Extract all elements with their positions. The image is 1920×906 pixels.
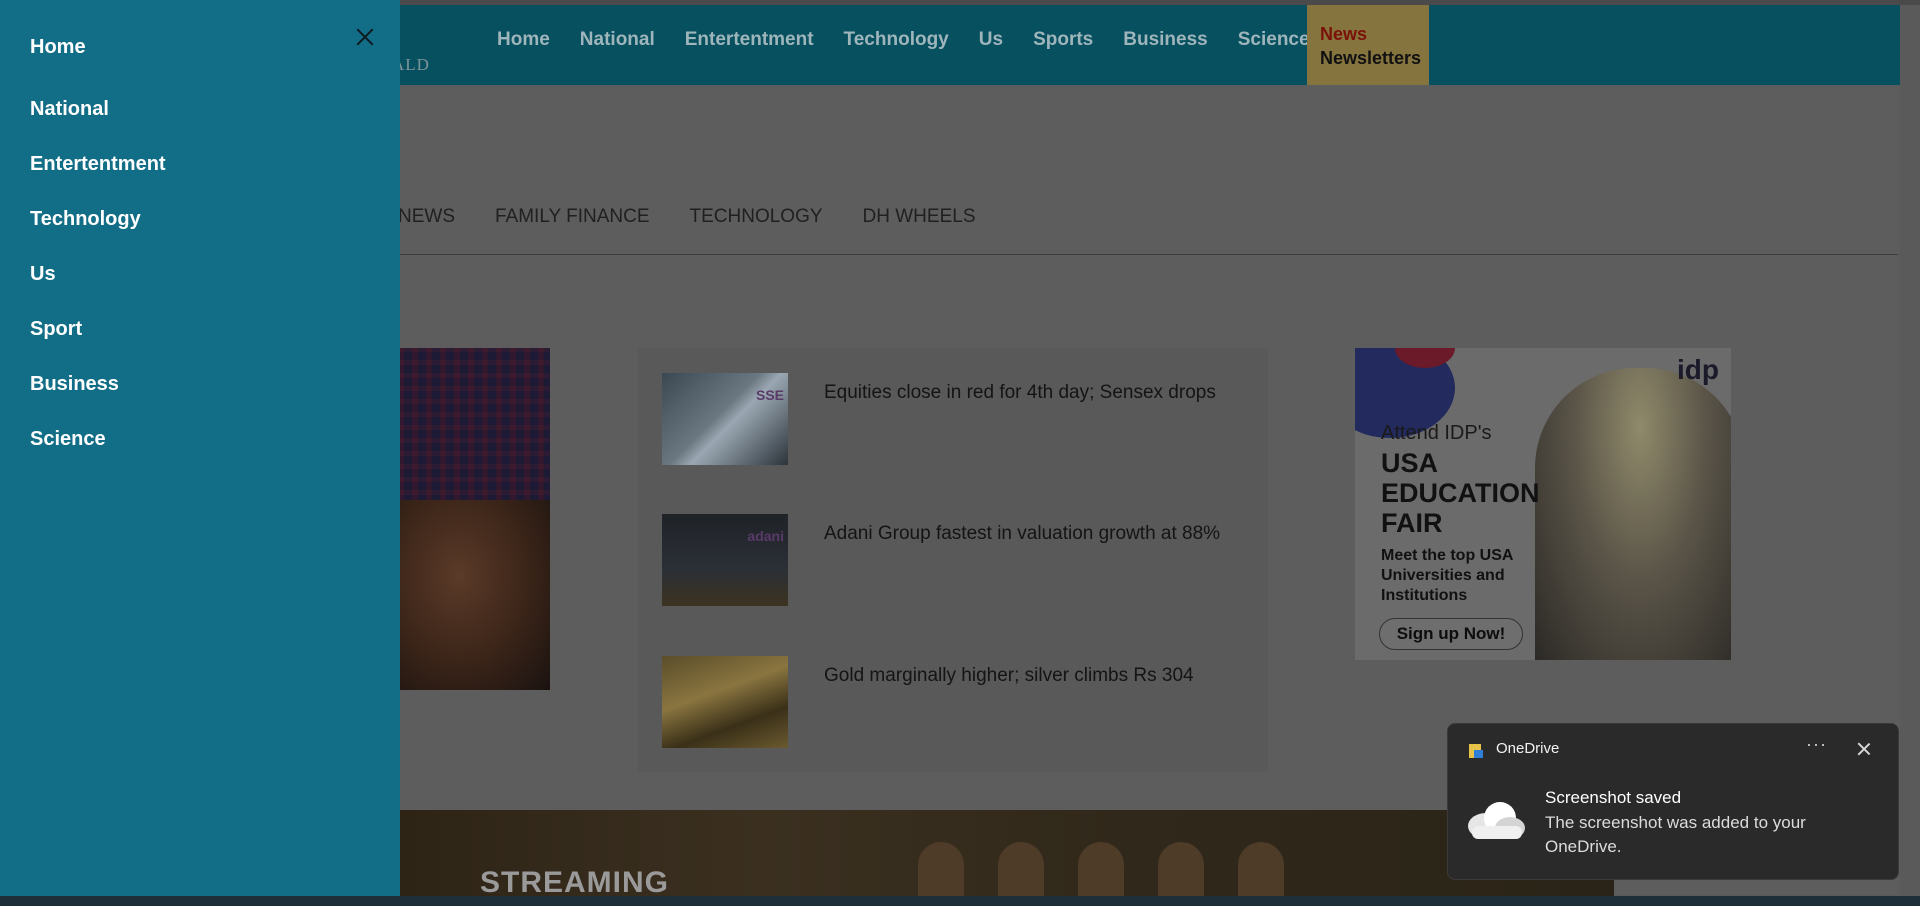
toast-app-name: OneDrive	[1496, 740, 1560, 757]
drawer-item-science[interactable]: Science	[30, 428, 106, 451]
newsletters-button[interactable]: News Newsletters	[1307, 5, 1429, 85]
onedrive-folder-icon	[1469, 744, 1483, 758]
nav-national[interactable]: National	[565, 29, 670, 51]
news-thumbnail[interactable]: SSE	[662, 373, 788, 465]
onedrive-notification[interactable]: OneDrive ··· Screenshot saved The screen…	[1447, 723, 1899, 880]
banner-player	[1238, 842, 1284, 896]
ad-subline: Meet the top USA Universities and Instit…	[1381, 547, 1513, 604]
taskbar-edge	[0, 896, 1920, 906]
nav-us[interactable]: Us	[964, 29, 1018, 51]
news-thumbnail[interactable]: adani	[662, 514, 788, 606]
idp-advertisement[interactable]: idp Attend IDP's USA EDUCATION FAIR Meet…	[1355, 348, 1731, 660]
voot-streaming-banner[interactable]: STREAMING voot	[398, 810, 1614, 896]
more-options-icon[interactable]: ···	[1806, 734, 1827, 755]
newsletter-label-newsletters: Newsletters	[1320, 48, 1422, 68]
newsletter-label-news: News	[1320, 24, 1368, 44]
news-item[interactable]: adani Adani Group fastest in valuation g…	[662, 514, 1252, 606]
drawer-item-home[interactable]: Home	[30, 36, 86, 59]
banner-player	[998, 842, 1044, 896]
cloud-icon	[1468, 802, 1525, 839]
section-subnav: NEWS FAMILY FINANCE TECHNOLOGY DH WHEELS	[398, 206, 976, 228]
drawer-item-sport[interactable]: Sport	[30, 318, 82, 341]
side-drawer-menu: Home National Entertentment Technology U…	[0, 0, 400, 896]
news-title[interactable]: Equities close in red for 4th day; Sense…	[824, 382, 1216, 404]
ad-headline: USA EDUCATION FAIR	[1381, 448, 1540, 538]
close-icon[interactable]	[352, 24, 378, 50]
news-title[interactable]: Gold marginally higher; silver climbs Rs…	[824, 665, 1194, 687]
drawer-item-entertentment[interactable]: Entertentment	[30, 153, 166, 176]
close-icon[interactable]	[1856, 741, 1872, 757]
news-thumbnail[interactable]	[662, 656, 788, 748]
banner-player	[1078, 842, 1124, 896]
toast-title: Screenshot saved	[1545, 788, 1682, 807]
news-item[interactable]: Gold marginally higher; silver climbs Rs…	[662, 656, 1252, 748]
banner-player	[1158, 842, 1204, 896]
drawer-item-national[interactable]: National	[30, 98, 109, 121]
drawer-item-us[interactable]: Us	[30, 263, 56, 286]
drawer-item-technology[interactable]: Technology	[30, 208, 141, 231]
nav-home[interactable]: Home	[482, 29, 565, 51]
toast-body: The screenshot was added to your OneDriv…	[1545, 813, 1806, 856]
ad-signup-button[interactable]: Sign up Now!	[1379, 618, 1523, 650]
nav-technology[interactable]: Technology	[829, 29, 964, 51]
subnav-divider	[398, 254, 1898, 255]
thumb-tag: adani	[747, 528, 784, 544]
subnav-technology[interactable]: TECHNOLOGY	[690, 206, 823, 228]
thumb-tag: SSE	[755, 387, 784, 403]
subnav-family-finance[interactable]: FAMILY FINANCE	[495, 206, 650, 228]
ad-intro: Attend IDP's	[1381, 422, 1492, 444]
nav-entertentment[interactable]: Entertentment	[670, 29, 829, 51]
idp-logo: idp	[1677, 354, 1719, 385]
nav-business[interactable]: Business	[1108, 29, 1222, 51]
top-nav: Home National Entertentment Technology U…	[482, 29, 1325, 51]
drawer-item-business[interactable]: Business	[30, 373, 119, 396]
subnav-dh-wheels[interactable]: DH WHEELS	[863, 206, 976, 228]
nav-sports[interactable]: Sports	[1018, 29, 1108, 51]
banner-player	[918, 842, 964, 896]
news-list-panel: SSE Equities close in red for 4th day; S…	[638, 348, 1268, 772]
hero-image-hand	[398, 500, 550, 690]
news-item[interactable]: SSE Equities close in red for 4th day; S…	[662, 373, 1252, 465]
banner-streaming-text: STREAMING	[480, 866, 669, 896]
news-title[interactable]: Adani Group fastest in valuation growth …	[824, 523, 1220, 545]
subnav-news[interactable]: NEWS	[398, 206, 455, 228]
